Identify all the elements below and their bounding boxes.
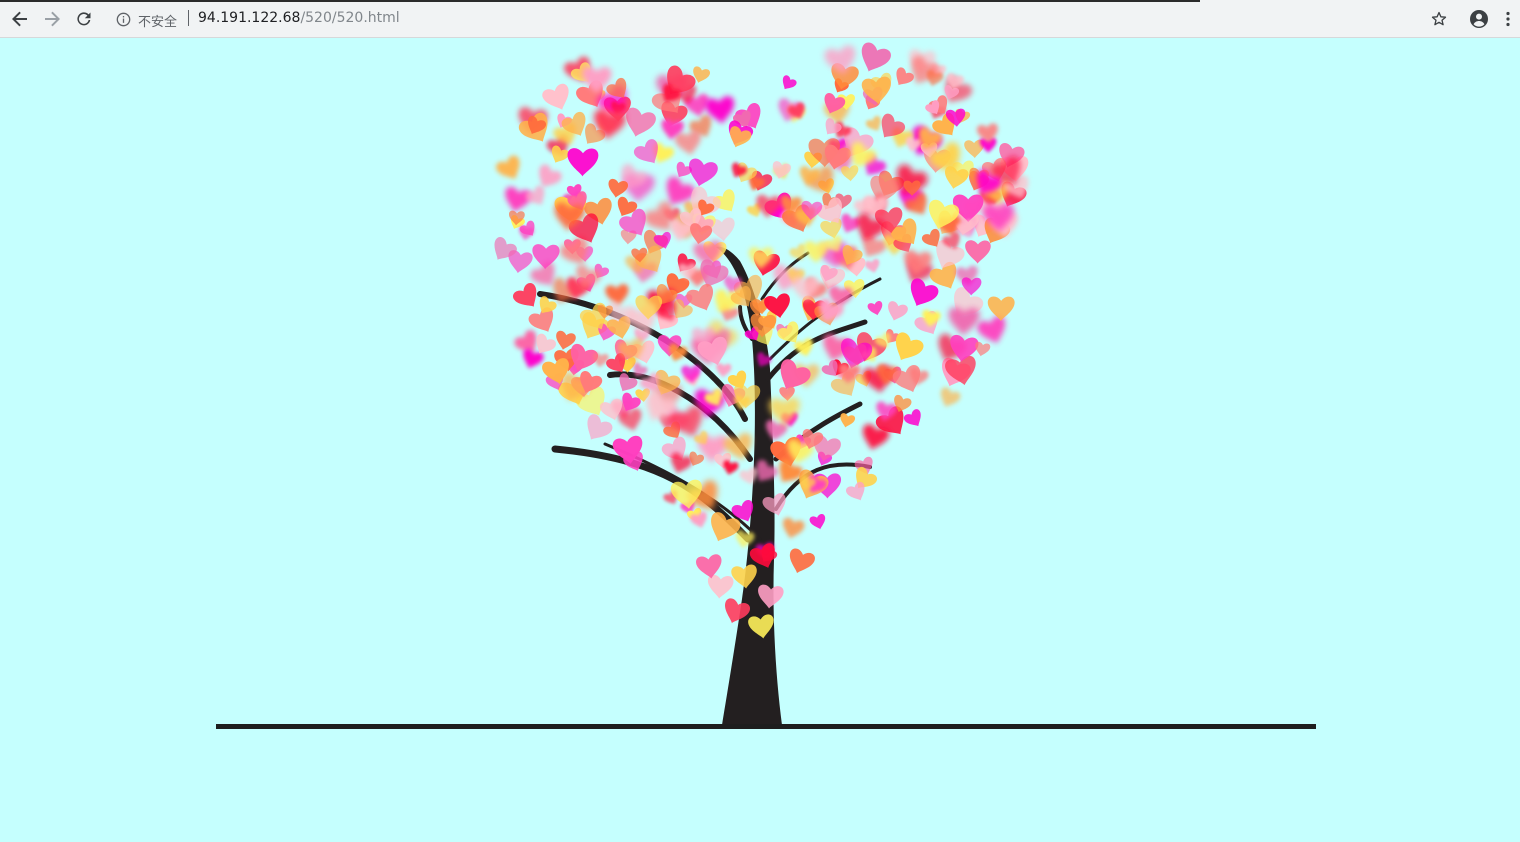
heart-leaf <box>896 67 914 86</box>
reload-button[interactable] <box>72 7 96 31</box>
url-host: 94.191.122.68 <box>198 10 301 26</box>
url-text[interactable]: 94.191.122.68/520/520.html <box>198 10 400 26</box>
heart-leaf <box>911 55 940 84</box>
address-bar[interactable]: 不安全 94.191.122.68/520/520.html <box>110 6 1460 32</box>
heart-leaf <box>608 178 628 198</box>
security-label[interactable]: 不安全 <box>138 11 177 30</box>
heart-leaf <box>707 574 734 599</box>
kebab-menu-icon <box>1506 11 1510 27</box>
heart-leaf <box>888 301 908 321</box>
heart-leaf <box>525 185 545 205</box>
heart-leaf <box>567 148 599 177</box>
heart-leaf <box>505 186 532 213</box>
account-icon <box>1469 9 1489 29</box>
star-icon <box>1431 11 1447 27</box>
heart-tree-scene <box>216 42 1316 729</box>
profile-button[interactable] <box>1467 7 1491 31</box>
page-viewport <box>0 39 1520 842</box>
info-icon[interactable] <box>114 10 132 28</box>
heart-leaf <box>681 365 702 384</box>
heart-leaf <box>587 414 613 440</box>
heart-leaf <box>532 244 560 270</box>
heart-leaf <box>809 514 826 530</box>
heart-leaf <box>593 352 609 368</box>
heart-leaf <box>791 276 820 302</box>
url-separator <box>188 10 189 26</box>
url-path: /520/520.html <box>300 10 400 26</box>
heart-leaf <box>696 554 722 579</box>
back-arrow-icon <box>11 10 29 28</box>
heart-leaf <box>841 165 859 182</box>
heart-leaf <box>542 83 569 110</box>
ground-line <box>216 724 1316 729</box>
back-button[interactable] <box>8 7 32 31</box>
browser-toolbar: 不安全 94.191.122.68/520/520.html <box>0 0 1520 38</box>
heart-leaf <box>940 387 961 407</box>
forward-button[interactable] <box>40 7 64 31</box>
heart-leaf <box>903 409 921 427</box>
heart-leaf <box>965 240 991 264</box>
heart-leaf <box>782 75 797 90</box>
heart-leaf <box>867 301 883 316</box>
heart-leaf <box>782 517 805 539</box>
heart-leaf <box>496 155 520 180</box>
tab-strip-edge <box>0 0 1200 2</box>
heart-canopy <box>494 42 1029 639</box>
heart-leaf <box>861 42 891 72</box>
heart-leaf <box>789 548 815 574</box>
bookmark-button[interactable] <box>1427 7 1451 31</box>
reload-icon <box>75 10 93 28</box>
forward-arrow-icon <box>43 10 61 28</box>
menu-button[interactable] <box>1499 7 1517 31</box>
heart-leaf <box>513 283 537 307</box>
heart-leaf <box>987 296 1015 321</box>
heart-leaf <box>864 258 880 273</box>
